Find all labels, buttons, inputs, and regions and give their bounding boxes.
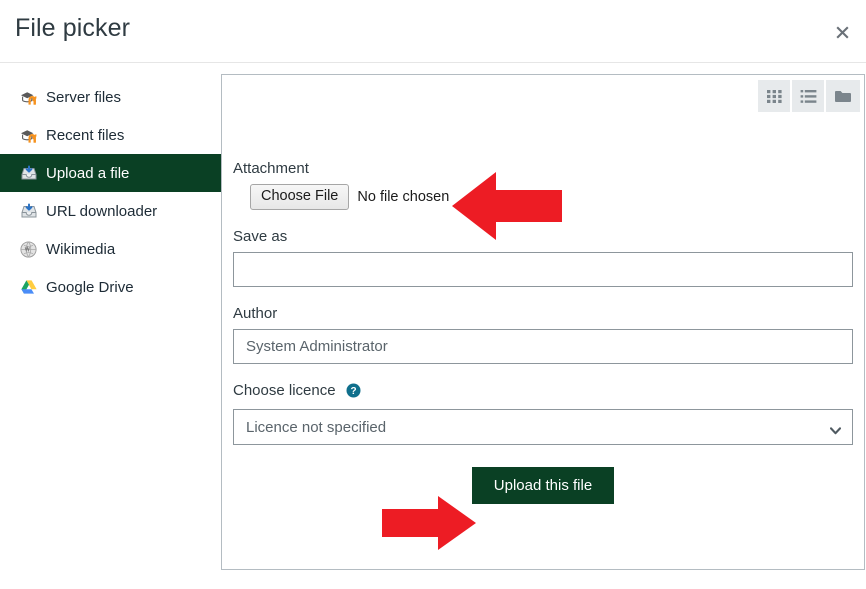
author-field: Author [233, 305, 853, 364]
folder-icon [834, 89, 852, 104]
sidebar-item-label: URL downloader [46, 202, 158, 220]
licence-field: Choose licence ? Licence not specified [233, 382, 853, 445]
svg-text:?: ? [350, 386, 356, 397]
sidebar-item-wikimedia[interactable]: Wikimedia [0, 230, 221, 268]
sidebar-item-label: Server files [46, 88, 122, 106]
sidebar-item-url-downloader[interactable]: URL downloader [0, 192, 221, 230]
file-source-sidebar: Server files Recent files Upload a file [0, 78, 221, 306]
list-view-button[interactable] [792, 80, 826, 112]
save-as-field: Save as [233, 228, 853, 287]
sidebar-item-google-drive[interactable]: Google Drive [0, 268, 221, 306]
file-status-text: No file chosen [357, 189, 450, 205]
licence-label: Choose licence ? [233, 382, 853, 402]
author-label: Author [233, 305, 278, 322]
tree-view-button[interactable] [826, 80, 860, 112]
licence-select[interactable]: Licence not specified [233, 409, 853, 445]
grid-icon [766, 89, 783, 104]
download-tray-icon [19, 202, 38, 221]
attachment-field: Attachment Choose File No file chosen [233, 160, 853, 210]
view-mode-toolbar [758, 80, 860, 112]
help-circle-icon[interactable]: ? [346, 383, 361, 402]
close-icon [835, 25, 850, 40]
attachment-label: Attachment [233, 160, 309, 177]
choose-file-button[interactable]: Choose File [250, 184, 350, 210]
file-picker-panel: Attachment Choose File No file chosen Sa… [221, 74, 865, 570]
save-as-input[interactable] [233, 252, 853, 287]
upload-form: Attachment Choose File No file chosen Sa… [233, 160, 853, 504]
sidebar-item-label: Google Drive [46, 278, 134, 296]
dialog-header: File picker [0, 0, 866, 63]
moodle-logo-icon [19, 88, 38, 107]
upload-this-file-button[interactable]: Upload this file [471, 467, 615, 504]
submit-row: Upload this file [233, 467, 853, 504]
sidebar-item-label: Wikimedia [46, 240, 116, 258]
wikipedia-globe-icon [19, 240, 38, 259]
author-input[interactable] [233, 329, 853, 364]
sidebar-item-server-files[interactable]: Server files [0, 78, 221, 116]
list-icon [800, 89, 817, 104]
file-input-row: Choose File No file chosen [233, 184, 853, 210]
grid-view-button[interactable] [758, 80, 792, 112]
sidebar-item-label: Recent files [46, 126, 125, 144]
google-drive-icon [19, 278, 38, 297]
moodle-logo-icon [19, 126, 38, 145]
save-as-label: Save as [233, 228, 288, 245]
upload-tray-icon [19, 164, 38, 183]
sidebar-item-label: Upload a file [46, 164, 130, 182]
licence-label-text: Choose licence [233, 382, 336, 399]
sidebar-item-upload-a-file[interactable]: Upload a file [0, 154, 221, 192]
page-title: File picker [15, 14, 131, 42]
sidebar-item-recent-files[interactable]: Recent files [0, 116, 221, 154]
close-button[interactable] [828, 19, 856, 45]
licence-select-wrapper: Licence not specified [233, 409, 853, 445]
